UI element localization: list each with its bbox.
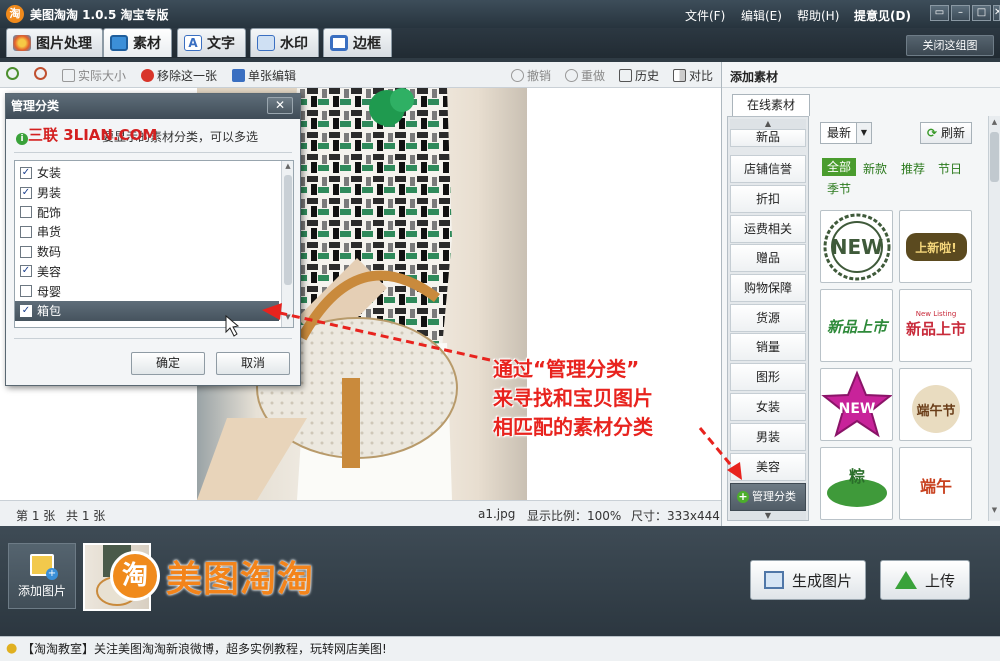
annotation-arrows	[225, 303, 742, 480]
annotation-text: 通过“管理分类” 来寻找和宝贝图片 相匹配的素材分类	[493, 357, 653, 439]
mouse-cursor-icon	[225, 314, 240, 337]
